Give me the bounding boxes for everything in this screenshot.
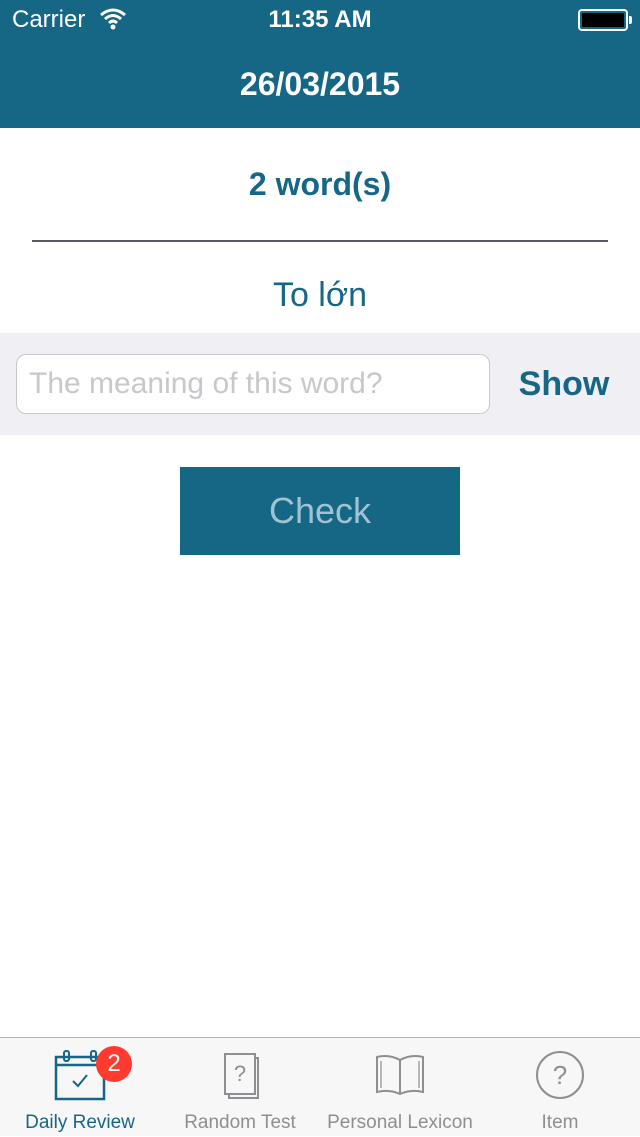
status-bar: Carrier 11:35 AM [0,0,640,40]
word-count-label: 2 word(s) [248,166,392,202]
show-button[interactable]: Show [506,361,622,407]
answer-bar: Show [0,333,640,435]
review-word: To lớn [272,276,368,314]
notification-badge: 2 [96,1046,132,1082]
svg-text:?: ? [234,1061,246,1086]
tab-label: Daily Review [25,1112,135,1133]
meaning-input[interactable] [16,354,490,414]
tab-label: Item [541,1112,579,1133]
open-book-icon [376,1055,424,1096]
tab-label: Personal Lexicon [327,1112,473,1133]
status-time: 11:35 AM [268,6,372,33]
navigation-header: Carrier 11:35 AM 26/03/2015 [0,0,640,128]
check-button[interactable]: Check [180,467,460,555]
question-circle-icon: ? [536,1051,584,1099]
svg-text:?: ? [553,1060,567,1090]
page-title: 26/03/2015 [239,66,401,102]
tab-bar: 2 Daily Review ? Random Test Personal Le… [0,1037,640,1136]
battery-level [582,13,624,27]
tab-daily-review[interactable]: 2 Daily Review [0,1038,160,1137]
divider [32,240,608,242]
tab-random-test[interactable]: ? Random Test [160,1038,320,1137]
battery-icon [578,9,632,31]
tab-item[interactable]: ? Item [480,1038,640,1137]
question-card-icon: ? [224,1053,259,1099]
tab-personal-lexicon[interactable]: Personal Lexicon [320,1038,480,1137]
tab-label: Random Test [184,1112,296,1133]
